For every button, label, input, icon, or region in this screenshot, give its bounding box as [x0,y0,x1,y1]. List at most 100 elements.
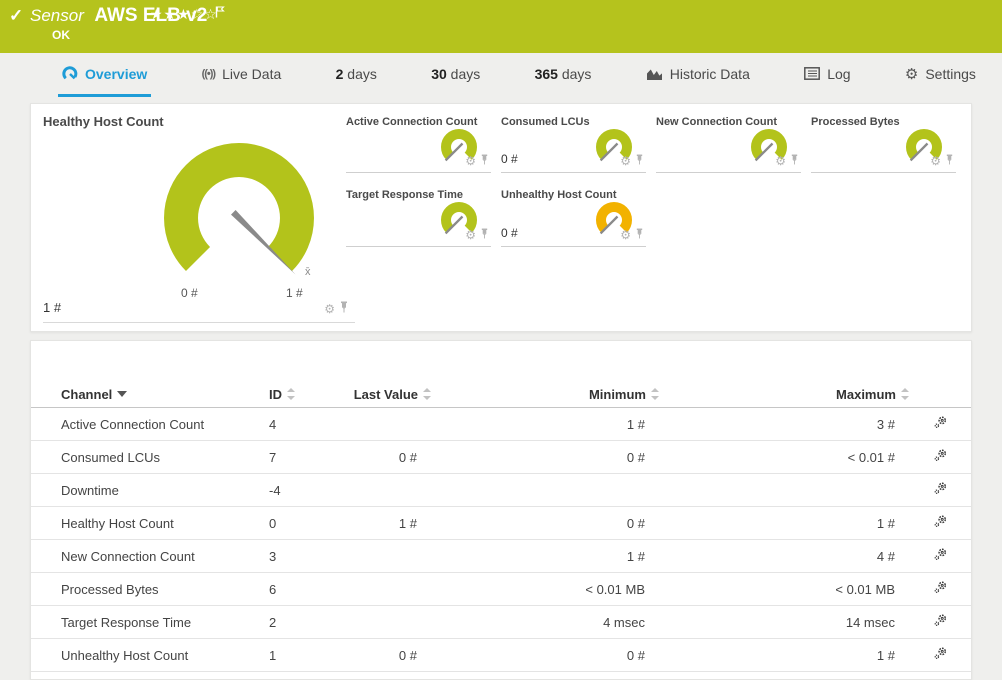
gauge-title: Consumed LCUs [501,116,590,128]
channel-id: -4 [269,482,281,498]
channel-id: 7 [269,449,277,465]
pin-icon[interactable] [635,152,644,170]
pin-icon[interactable] [480,226,489,244]
table-row[interactable]: Target Response Time 2 4 msec 14 msec [31,606,971,639]
channel-name[interactable]: Consumed LCUs [31,450,269,465]
pin-icon[interactable] [339,300,349,318]
edit-channel-icon[interactable] [933,415,948,433]
tab-label: Log [827,65,851,82]
channel-table-panel: Channel ID Last Value Minimum Maximum Ac… [30,340,972,680]
channel-id: 2 [269,614,277,630]
tab-label-prefix: 30 [431,65,447,82]
table-row[interactable]: Downtime -4 [31,474,971,507]
channel-name[interactable]: Unhealthy Host Count [31,648,269,663]
table-row[interactable]: Healthy Host Count 0 1 # 0 # 1 # [31,507,971,540]
sort-icon [286,387,295,400]
channel-minimum: 1 # [626,548,645,564]
tab-live-data[interactable]: ((•)) Live Data [198,53,286,97]
edit-channel-icon[interactable] [933,646,948,664]
edit-channel-icon[interactable] [933,514,948,532]
table-row[interactable]: Unhealthy Host Count 1 0 # 0 # 1 # [31,639,971,672]
gauge-current-value: 1 # [43,300,62,315]
gauge-settings-gear-icon[interactable]: ⚙ [620,229,631,241]
gauge-settings-gear-icon[interactable]: ⚙ [465,155,476,167]
gauge-settings-gear-icon[interactable]: ⚙ [775,155,786,167]
edit-channel-icon[interactable] [933,547,948,565]
log-icon [804,67,821,80]
gauge-icon [62,65,78,82]
tab-settings[interactable]: ⚙ Settings [901,53,980,97]
column-header-id[interactable]: ID [269,387,327,402]
channel-name[interactable]: Downtime [31,483,269,498]
channel-name[interactable]: Healthy Host Count [31,516,269,531]
stars-empty[interactable]: ☆☆ [191,7,218,23]
small-gauge-processed-bytes: Processed Bytes ⚙ [811,116,956,173]
pin-icon[interactable] [480,152,489,170]
tab-historic-data[interactable]: Historic Data [642,53,754,97]
channel-maximum: 1 # [876,515,895,531]
tab-log[interactable]: Log [800,53,854,97]
tab-bar: Overview ((•)) Live Data 2 days 30 days … [0,53,1002,97]
gauge-dial [164,142,314,275]
tab-30-days[interactable]: 30 days [427,53,484,97]
channel-maximum: 4 # [876,548,895,564]
priority-stars[interactable]: ★★★☆☆ [150,7,218,23]
stars-filled[interactable]: ★★★ [150,7,191,23]
gauge-average-marker: x̄ [305,266,311,278]
column-header-last-value[interactable]: Last Value [327,387,431,402]
channel-name[interactable]: New Connection Count [31,549,269,564]
tab-2-days[interactable]: 2 days [332,53,381,97]
gauge-settings-gear-icon[interactable]: ⚙ [620,155,631,167]
gauge-settings-gear-icon[interactable]: ⚙ [324,303,335,315]
edit-channel-icon[interactable] [933,481,948,499]
gauge-title: Processed Bytes [811,116,900,128]
table-row[interactable]: Processed Bytes 6 < 0.01 MB < 0.01 MB [31,573,971,606]
edit-channel-icon[interactable] [933,448,948,466]
channel-minimum: 0 # [626,449,645,465]
table-row[interactable]: Active Connection Count 4 1 # 3 # [31,408,971,441]
tab-label: Historic Data [669,65,750,82]
channel-id: 1 [269,647,277,663]
channel-name[interactable]: Processed Bytes [31,582,269,597]
table-row[interactable]: Consumed LCUs 7 0 # 0 # < 0.01 # [31,441,971,474]
channel-name[interactable]: Target Response Time [31,615,269,630]
channel-id: 3 [269,548,277,564]
edit-channel-icon[interactable] [933,580,948,598]
sensor-status-badge: OK [52,28,70,42]
channel-minimum: 0 # [626,647,645,663]
tab-label-prefix: 2 [335,65,344,82]
channel-id: 6 [269,581,277,597]
gauge-settings-gear-icon[interactable]: ⚙ [930,155,941,167]
small-gauge-unhealthy-host-count: Unhealthy Host Count 0 # ⚙ [501,189,646,247]
tab-label-prefix: 365 [534,65,558,82]
pin-icon[interactable] [945,152,954,170]
channel-maximum: < 0.01 MB [835,581,895,597]
column-header-minimum[interactable]: Minimum [431,387,659,402]
tab-label: Overview [85,65,148,82]
sort-icon [422,387,431,400]
small-gauge-active-connection-count: Active Connection Count ⚙ [346,116,491,173]
channel-maximum: 3 # [876,416,895,432]
channel-minimum: 4 msec [603,614,645,630]
channel-maximum: 1 # [876,647,895,663]
tab-365-days[interactable]: 365 days [531,53,596,97]
tab-label: Settings [925,65,976,82]
channel-minimum: 1 # [626,416,645,432]
gauge-scale-max: 1 # [286,286,303,300]
pin-icon[interactable] [790,152,799,170]
gauge-scale-min: 0 # [181,286,198,300]
edit-channel-icon[interactable] [933,613,948,631]
column-header-channel[interactable]: Channel [31,387,269,402]
table-row[interactable]: New Connection Count 3 1 # 4 # [31,540,971,573]
tab-overview[interactable]: Overview [58,53,152,97]
gauge-current-value: 0 # [501,152,518,166]
channel-name[interactable]: Active Connection Count [31,417,269,432]
pin-icon[interactable] [635,226,644,244]
column-header-maximum[interactable]: Maximum [659,387,909,402]
channel-last-value: 1 # [398,515,417,531]
sort-icon [650,387,659,400]
gauge-settings-gear-icon[interactable]: ⚙ [465,229,476,241]
object-type-label: Sensor [30,6,84,25]
channel-last-value: 0 # [398,647,417,663]
channel-last-value: 0 # [398,449,417,465]
